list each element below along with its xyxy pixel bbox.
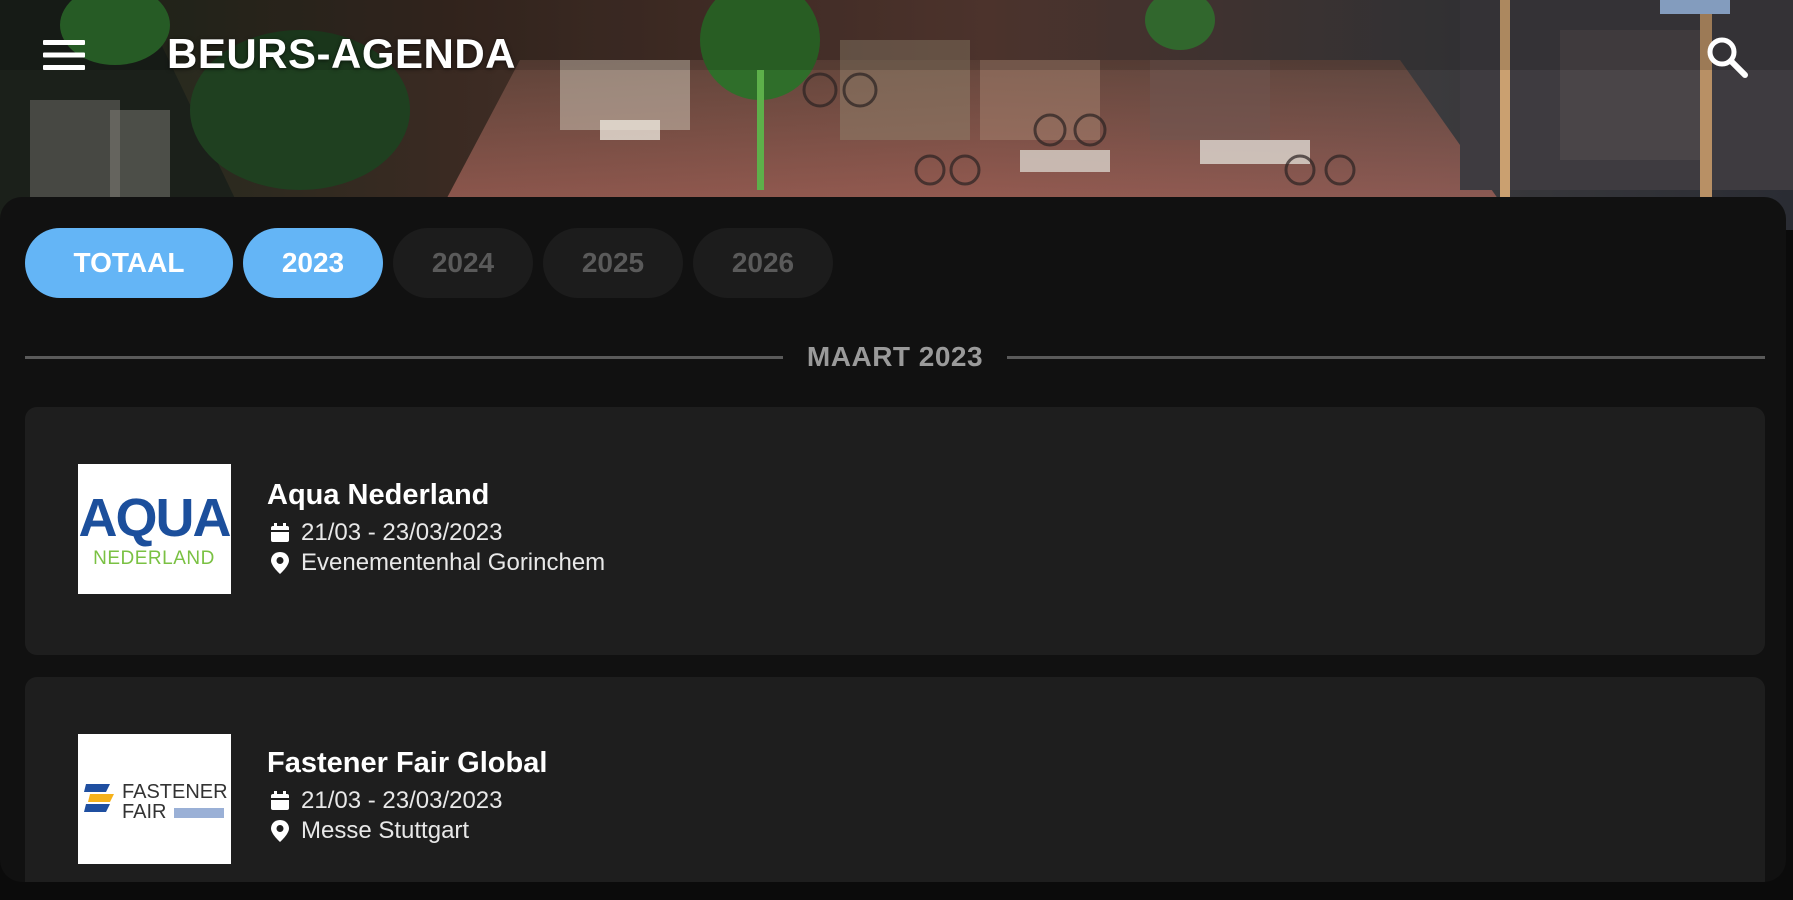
logo-decoration bbox=[174, 808, 224, 818]
menu-button[interactable] bbox=[38, 33, 90, 77]
tab-2025[interactable]: 2025 bbox=[543, 228, 683, 298]
divider-line bbox=[1007, 355, 1766, 359]
divider-line bbox=[25, 355, 783, 359]
tab-label: 2025 bbox=[581, 247, 645, 278]
event-card-aqua-nederland[interactable]: AQUA NEDERLAND Aqua Nederland 21/03 - 23… bbox=[25, 407, 1765, 655]
calendar-icon bbox=[267, 520, 293, 546]
tab-totaal[interactable]: TOTAAL bbox=[25, 228, 233, 298]
tab-2026[interactable]: 2026 bbox=[693, 228, 833, 298]
fastener-fair-logo: FASTENER FAIR bbox=[78, 734, 231, 864]
logo-text-bottom: NEDERLAND bbox=[93, 548, 215, 569]
event-dates-row: 21/03 - 23/03/2023 bbox=[267, 786, 547, 816]
event-details: Fastener Fair Global 21/03 - 23/03/2023 bbox=[267, 747, 547, 846]
event-dates: 21/03 - 23/03/2023 bbox=[301, 519, 503, 546]
search-icon bbox=[1707, 37, 1748, 78]
search-button[interactable] bbox=[1700, 30, 1754, 84]
event-venue: Messe Stuttgart bbox=[301, 817, 470, 844]
tab-label: TOTAAL bbox=[73, 247, 185, 278]
tab-label: 2023 bbox=[281, 247, 345, 278]
event-card-fastener-fair-global[interactable]: FASTENER FAIR Fastener Fair Global 21/03… bbox=[25, 677, 1765, 882]
calendar-icon bbox=[267, 788, 293, 814]
event-dates: 21/03 - 23/03/2023 bbox=[301, 787, 503, 814]
event-dates-row: 21/03 - 23/03/2023 bbox=[267, 518, 605, 548]
menu-icon bbox=[43, 40, 85, 70]
app-screen: BEURS-AGENDA TOTAAL 2023 2024 2025 2026 bbox=[0, 0, 1793, 900]
event-logo: AQUA NEDERLAND bbox=[78, 464, 231, 594]
event-venue-row: Messe Stuttgart bbox=[267, 816, 547, 846]
month-section-header: MAART 2023 bbox=[25, 337, 1766, 377]
top-app-bar: BEURS-AGENDA bbox=[0, 0, 1793, 115]
event-venue-row: Evenementenhal Gorinchem bbox=[267, 548, 605, 578]
month-label: MAART 2023 bbox=[806, 341, 984, 372]
tab-label: 2024 bbox=[431, 247, 495, 278]
page-title: BEURS-AGENDA bbox=[167, 30, 517, 77]
event-venue: Evenementenhal Gorinchem bbox=[301, 549, 606, 576]
event-logo: FASTENER FAIR bbox=[78, 734, 231, 864]
tab-2023[interactable]: 2023 bbox=[243, 228, 383, 298]
location-pin-icon bbox=[267, 818, 293, 844]
tab-label: 2026 bbox=[731, 247, 795, 278]
event-name: Fastener Fair Global bbox=[267, 747, 548, 779]
tab-2024[interactable]: 2024 bbox=[393, 228, 533, 298]
location-pin-icon bbox=[267, 550, 293, 576]
logo-text-top: AQUA bbox=[79, 488, 231, 548]
event-name: Aqua Nederland bbox=[267, 479, 490, 511]
year-filter-tabs: TOTAAL 2023 2024 2025 2026 bbox=[25, 228, 833, 298]
logo-text-bottom: FAIR bbox=[122, 801, 166, 823]
aqua-nederland-logo: AQUA NEDERLAND bbox=[78, 464, 231, 594]
event-details: Aqua Nederland 21/03 - 23/03/2023 Evenem… bbox=[267, 479, 605, 578]
logo-text-top: FASTENER bbox=[122, 781, 228, 803]
content-sheet: TOTAAL 2023 2024 2025 2026 MAART 2023 AQ… bbox=[0, 197, 1786, 882]
